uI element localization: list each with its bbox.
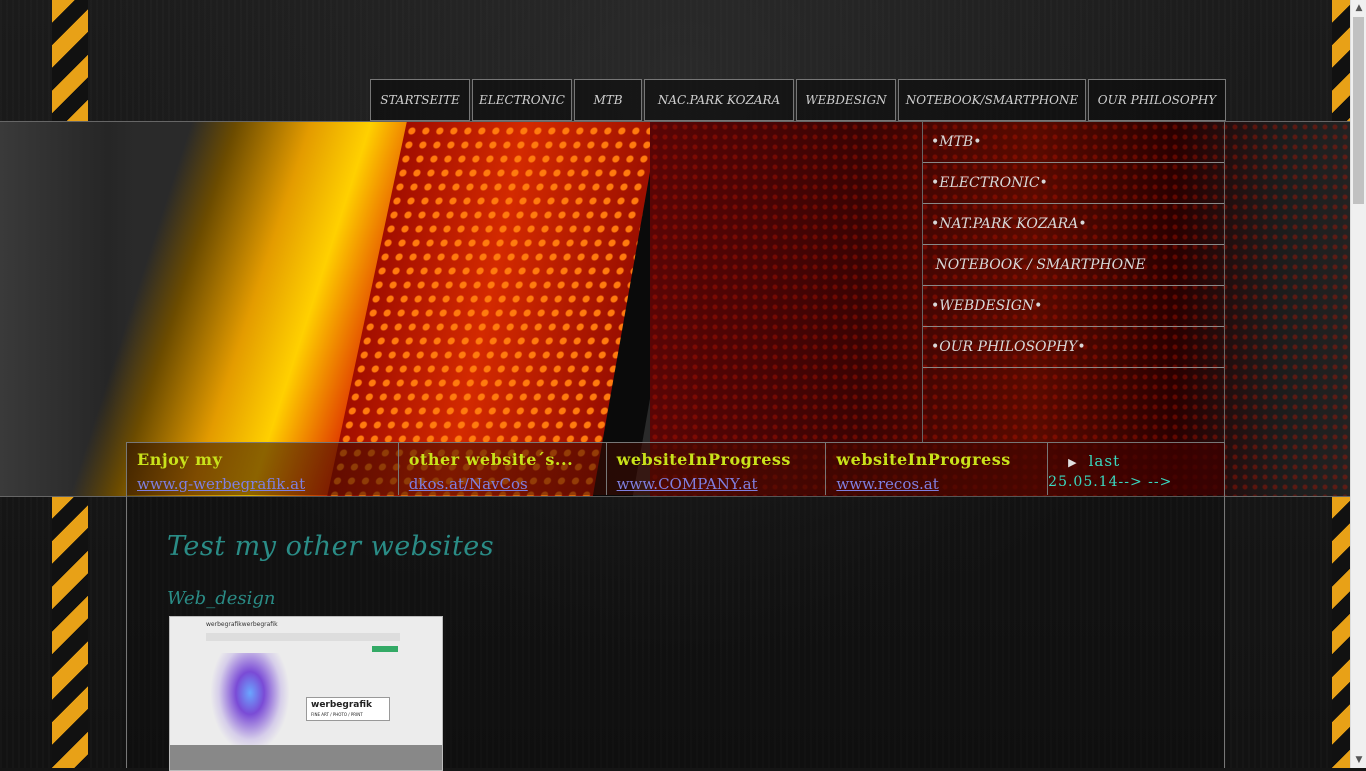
feature-link-g-werbegrafik[interactable]: www.g-werbegrafik.at — [137, 475, 398, 493]
feature-link-dkos[interactable]: dkos.at/NavCos — [409, 475, 606, 493]
side-menu-item-mtb[interactable]: •MTB• — [923, 122, 1224, 163]
tab-notebook-smartphone[interactable]: NOTEBOOK/SMARTPHONE — [898, 79, 1086, 121]
tab-our-philosophy[interactable]: OUR PHILOSOPHY — [1088, 79, 1226, 121]
tab-label: MTB — [593, 93, 623, 107]
tab-startseite[interactable]: STARTSEITE — [370, 79, 470, 121]
tab-label: STARTSEITE — [380, 93, 460, 107]
tab-label: NOTEBOOK/SMARTPHONE — [905, 93, 1079, 107]
thumbnail-logo-text: werbegrafik — [311, 700, 373, 710]
side-menu-label: NOTEBOOK / SMARTPHONE — [931, 257, 1146, 273]
feature-link-company[interactable]: www.COMPANY.at — [617, 475, 826, 493]
side-menu-item-notebook-smartphone[interactable]: NOTEBOOK / SMARTPHONE — [923, 245, 1224, 286]
hazard-stripe-right-top — [1332, 0, 1350, 122]
thumbnail-site-title: werbegrafikwerbegrafik — [206, 621, 278, 628]
play-arrow-icon: ▶ — [1068, 456, 1077, 469]
website-preview-thumbnail[interactable]: werbegrafikwerbegrafik werbegrafik FINE … — [169, 616, 443, 771]
last-update-date: 25.05.14--> --> — [1048, 474, 1173, 490]
side-menu: •MTB• •ELECTRONIC• •NAT.PARK KOZARA• NOT… — [922, 122, 1225, 442]
feature-title: other website´s... — [408, 450, 574, 469]
feature-title: websiteInProgress — [836, 450, 1011, 469]
feature-link-recos[interactable]: www.recos.at — [836, 475, 1047, 493]
feature-title: Enjoy my — [137, 450, 223, 469]
feature-title: websiteInProgress — [616, 450, 791, 469]
tab-label: WEBDESIGN — [805, 93, 887, 107]
scrollbar-thumb[interactable] — [1353, 17, 1364, 204]
side-menu-label: •NAT.PARK KOZARA• — [931, 216, 1087, 232]
hazard-stripe-left-bottom — [52, 496, 88, 768]
feature-column: Enjoy my www.g-werbegrafik.at — [127, 443, 399, 495]
side-menu-label: •MTB• — [931, 134, 982, 150]
thumbnail-logo: werbegrafik FINE ART / PHOTO / PRINT — [306, 697, 390, 721]
side-menu-label: •OUR PHILOSOPHY• — [931, 339, 1086, 355]
hazard-stripe-left-top — [52, 0, 88, 122]
last-update-label: last — [1088, 452, 1121, 470]
tab-label: NAC.PARK KOZARA — [657, 93, 781, 107]
section-subheading: Web_design — [167, 588, 276, 609]
feature-column: websiteInProgress www.COMPANY.at — [607, 443, 827, 495]
side-menu-item-webdesign[interactable]: •WEBDESIGN• — [923, 286, 1224, 327]
tab-electronic[interactable]: ELECTRONIC — [472, 79, 572, 121]
side-menu-item-nat-park-kozara[interactable]: •NAT.PARK KOZARA• — [923, 204, 1224, 245]
thumbnail-footer — [170, 745, 442, 770]
main-content: Test my other websites Web_design werbeg… — [126, 495, 1225, 771]
side-menu-label: •WEBDESIGN• — [931, 298, 1043, 314]
feature-column: other website´s... dkos.at/NavCos — [399, 443, 607, 495]
page-heading: Test my other websites — [167, 531, 495, 562]
side-menu-item-our-philosophy[interactable]: •OUR PHILOSOPHY• — [923, 327, 1224, 368]
last-update-column: ▶ last 25.05.14--> --> — [1048, 443, 1224, 495]
tab-label: ELECTRONIC — [479, 93, 565, 107]
top-navigation: STARTSEITE ELECTRONIC MTB NAC.PARK KOZAR… — [370, 79, 1228, 121]
vertical-scrollbar[interactable]: ▲ ▼ — [1350, 0, 1366, 768]
thumbnail-figure-art — [210, 653, 290, 753]
thumbnail-badge — [372, 646, 398, 652]
tab-mtb[interactable]: MTB — [574, 79, 642, 121]
scroll-down-icon[interactable]: ▼ — [1351, 752, 1366, 768]
tab-webdesign[interactable]: WEBDESIGN — [796, 79, 896, 121]
feature-bar: Enjoy my www.g-werbegrafik.at other webs… — [126, 442, 1225, 495]
tab-nac-park-kozara[interactable]: NAC.PARK KOZARA — [644, 79, 794, 121]
tab-label: OUR PHILOSOPHY — [1097, 93, 1217, 107]
hazard-stripe-right-bottom — [1332, 496, 1350, 768]
scroll-up-icon[interactable]: ▲ — [1351, 0, 1366, 16]
feature-column: websiteInProgress www.recos.at — [826, 443, 1049, 495]
side-menu-item-electronic[interactable]: •ELECTRONIC• — [923, 163, 1224, 204]
thumbnail-nav-bar — [206, 633, 400, 641]
side-menu-label: •ELECTRONIC• — [931, 175, 1048, 191]
thumbnail-logo-sub: FINE ART / PHOTO / PRINT — [311, 712, 363, 717]
